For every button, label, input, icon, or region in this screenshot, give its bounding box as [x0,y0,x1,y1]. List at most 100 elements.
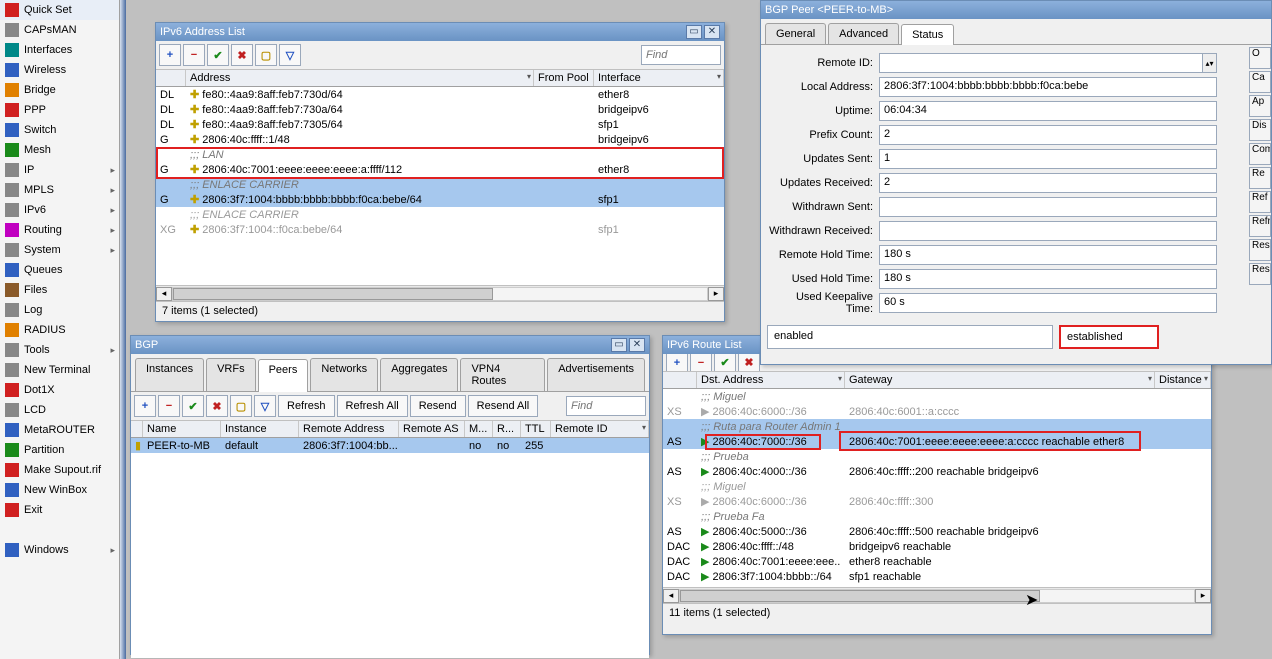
scroll-left[interactable]: ◂ [663,589,679,603]
menu-item[interactable]: MPLS▸ [0,180,119,200]
close-button[interactable]: ✕ [629,338,645,352]
table-row[interactable]: DL✚ fe80::4aa9:8aff:feb7:7305/64sfp1 [156,117,724,132]
table-comment[interactable]: ;;; ENLACE CARRIER [156,177,724,192]
table-row[interactable]: AS▶ 2806:40c:4000::/362806:40c:ffff::200… [663,464,1211,479]
field-value[interactable]: 60 s [879,293,1217,313]
grid-body[interactable]: ▮PEER-to-MBdefault2806:3f7:1004:bb...non… [131,438,649,658]
table-row[interactable]: AS▶ 2806:40c:7000::/362806:40c:7001:eeee… [663,434,1211,449]
disable-button[interactable]: ✖ [231,44,253,66]
side-button[interactable]: Refre [1249,215,1271,237]
menu-item[interactable]: Routing▸ [0,220,119,240]
col-m[interactable]: M... [465,421,493,437]
tab[interactable]: Status [901,24,954,45]
titlebar[interactable]: BGP Peer <PEER-to-MB> [761,1,1271,19]
side-button[interactable]: Ap [1249,95,1271,117]
table-row[interactable]: G✚ 2806:40c:7001:eeee:eeee:eeee:a:ffff/1… [156,162,724,177]
enable-button[interactable]: ✔ [714,354,736,372]
menu-item[interactable]: Interfaces [0,40,119,60]
minimize-button[interactable]: ▭ [686,25,702,39]
col-remoteas[interactable]: Remote AS [399,421,465,437]
tab[interactable]: VPN4 Routes [460,358,545,391]
side-button[interactable]: Ref [1249,191,1271,213]
menu-item[interactable]: Exit [0,500,119,520]
side-button[interactable]: Com [1249,143,1271,165]
col-gw[interactable]: Gateway▾ [845,372,1155,388]
menu-item[interactable]: MetaROUTER [0,420,119,440]
menu-item[interactable]: Dot1X [0,380,119,400]
filter-button[interactable]: ▽ [254,395,276,417]
grid-body[interactable]: ;;; MiguelXS▶ 2806:40c:6000::/362806:40c… [663,389,1211,587]
tab[interactable]: Instances [135,358,204,391]
menu-item[interactable]: Quick Set [0,0,119,20]
menu-item[interactable]: Files [0,280,119,300]
tab[interactable]: Aggregates [380,358,458,391]
minimize-button[interactable]: ▭ [611,338,627,352]
tab[interactable]: Networks [310,358,378,391]
menu-item[interactable]: Switch [0,120,119,140]
updown-button[interactable]: ▴▾ [1203,53,1217,73]
field-value[interactable]: 180 s [879,269,1217,289]
enable-button[interactable]: ✔ [182,395,204,417]
find-input[interactable] [566,396,646,416]
side-button[interactable]: O [1249,47,1271,69]
table-comment[interactable]: ;;; ENLACE CARRIER [156,207,724,222]
table-comment[interactable]: ;;; Miguel [663,479,1211,494]
field-value[interactable] [879,197,1217,217]
menu-item[interactable]: LCD [0,400,119,420]
comment-button[interactable]: ▢ [255,44,277,66]
side-button[interactable]: Res [1249,239,1271,261]
menu-item[interactable]: Make Supout.rif [0,460,119,480]
table-comment[interactable]: ;;; Ruta para Router Admin 1 [663,419,1211,434]
menu-item[interactable]: CAPsMAN [0,20,119,40]
refresh-button[interactable]: Refresh [278,395,335,417]
col-remoteid[interactable]: Remote ID▾ [551,421,649,437]
disable-button[interactable]: ✖ [206,395,228,417]
menu-item[interactable]: Tools▸ [0,340,119,360]
table-comment[interactable]: ;;; Prueba [663,449,1211,464]
menu-windows[interactable]: Windows ▸ [0,540,119,560]
titlebar[interactable]: BGP ▭ ✕ [131,336,649,354]
menu-item[interactable]: System▸ [0,240,119,260]
table-comment[interactable]: ;;; Prueba Fa [663,509,1211,524]
resend-button[interactable]: Resend [410,395,466,417]
comment-button[interactable]: ▢ [230,395,252,417]
menu-item[interactable]: Bridge [0,80,119,100]
menu-item[interactable]: IPv6▸ [0,200,119,220]
table-row[interactable]: ▮PEER-to-MBdefault2806:3f7:1004:bb...non… [131,438,649,453]
tab[interactable]: Advanced [828,23,899,44]
col-address[interactable]: Address▾ [186,70,534,86]
field-value[interactable]: 180 s [879,245,1217,265]
side-button[interactable]: Ca [1249,71,1271,93]
refreshall-button[interactable]: Refresh All [337,395,408,417]
side-button[interactable]: Rese [1249,263,1271,285]
col-instance[interactable]: Instance [221,421,299,437]
col-interface[interactable]: Interface▾ [594,70,724,86]
menu-item[interactable]: Wireless [0,60,119,80]
remove-button[interactable]: − [690,354,712,372]
field-value[interactable]: 2 [879,125,1217,145]
col-name[interactable]: Name [143,421,221,437]
titlebar[interactable]: IPv6 Address List ▭ ✕ [156,23,724,41]
field-value[interactable] [879,53,1203,73]
close-button[interactable]: ✕ [704,25,720,39]
remove-button[interactable]: − [183,44,205,66]
table-row[interactable]: DAC▶ 2806:40c:7001:eeee:eee..ether8 reac… [663,554,1211,569]
col-remoteaddr[interactable]: Remote Address [299,421,399,437]
side-button[interactable]: Dis [1249,119,1271,141]
menu-item[interactable]: IP▸ [0,160,119,180]
h-scroll[interactable]: ◂ ▸ [156,285,724,301]
col-ttl[interactable]: TTL [521,421,551,437]
scroll-right[interactable]: ▸ [708,287,724,301]
tab[interactable]: General [765,23,826,44]
table-row[interactable]: XS▶ 2806:40c:6000::/362806:40c:ffff::300 [663,494,1211,509]
table-row[interactable]: XS▶ 2806:40c:6000::/362806:40c:6001::a:c… [663,404,1211,419]
col-dist[interactable]: Distance▾ [1155,372,1211,388]
table-row[interactable]: DL✚ fe80::4aa9:8aff:feb7:730d/64ether8 [156,87,724,102]
table-row[interactable]: G✚ 2806:3f7:1004:bbbb:bbbb:bbbb:f0ca:beb… [156,192,724,207]
menu-item[interactable]: Log [0,300,119,320]
table-row[interactable]: XG✚ 2806:3f7:1004::f0ca:bebe/64sfp1 [156,222,724,237]
menu-item[interactable]: New Terminal [0,360,119,380]
add-button[interactable]: + [134,395,156,417]
table-row[interactable]: DAC▶ 2806:3f7:1004:bbbb::/64sfp1 reachab… [663,569,1211,584]
tab[interactable]: Advertisements [547,358,645,391]
